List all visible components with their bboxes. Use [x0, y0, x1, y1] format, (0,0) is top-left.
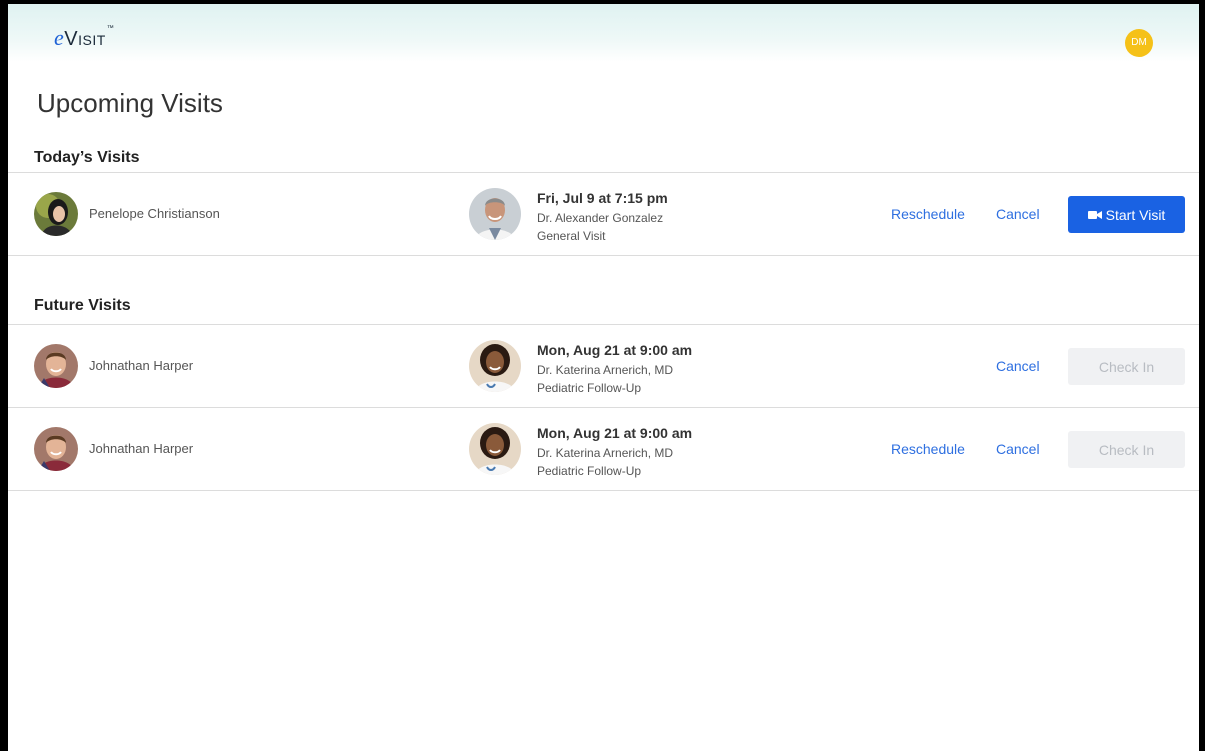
section-title-today: Today’s Visits [34, 149, 140, 166]
doctor-photo-icon [469, 423, 521, 475]
visit-row: Johnathan Harper Mon, Aug 21 at 9:00 am … [8, 325, 1199, 407]
logo-text: Visit [64, 28, 106, 50]
patient-photo-icon [34, 344, 78, 388]
visit-time: Mon, Aug 21 at 9:00 am [537, 342, 693, 358]
visit-type: Pediatric Follow-Up [537, 381, 642, 395]
visit-type: General Visit [537, 229, 606, 243]
patient-name: Johnathan Harper [89, 441, 194, 456]
patient-avatar [34, 344, 78, 388]
check-in-button[interactable]: Check In [1068, 348, 1185, 385]
reschedule-button[interactable]: Reschedule [891, 206, 965, 222]
doctor-avatar [469, 340, 521, 392]
doctor-photo-icon [469, 188, 521, 240]
start-visit-label: Start Visit [1105, 206, 1166, 223]
doctor-avatar [469, 188, 521, 240]
visit-row: Penelope Christianson Fri, Jul 9 at 7:15… [8, 173, 1199, 255]
logo-e: e [54, 25, 65, 50]
cancel-button[interactable]: Cancel [996, 358, 1040, 374]
doctor-name: Dr. Alexander Gonzalez [537, 211, 664, 225]
visit-type: Pediatric Follow-Up [537, 464, 642, 478]
visit-time: Mon, Aug 21 at 9:00 am [537, 425, 693, 441]
patient-name: Johnathan Harper [89, 358, 194, 373]
app-frame: eVisit™ DM Upcoming Visits Today’s Visit… [0, 0, 1205, 751]
start-visit-button[interactable]: Start Visit [1068, 196, 1185, 233]
patient-name: Penelope Christianson [89, 206, 220, 221]
cancel-button[interactable]: Cancel [996, 441, 1040, 457]
patient-photo-icon [34, 192, 78, 236]
evisit-logo[interactable]: eVisit™ [54, 25, 114, 51]
doctor-photo-icon [469, 340, 521, 392]
user-avatar[interactable]: DM [1125, 29, 1153, 57]
top-bar: eVisit™ DM [8, 4, 1199, 62]
doctor-avatar [469, 423, 521, 475]
logo-trademark: ™ [106, 25, 115, 32]
doctor-name: Dr. Katerina Arnerich, MD [537, 363, 674, 377]
divider [8, 255, 1199, 256]
visit-time: Fri, Jul 9 at 7:15 pm [537, 190, 668, 206]
patient-avatar [34, 192, 78, 236]
patient-photo-icon [34, 427, 78, 471]
reschedule-button[interactable]: Reschedule [891, 441, 965, 457]
check-in-button[interactable]: Check In [1068, 431, 1185, 468]
divider [8, 490, 1199, 491]
doctor-name: Dr. Katerina Arnerich, MD [537, 446, 674, 460]
section-title-future: Future Visits [34, 297, 131, 314]
video-camera-icon [1087, 210, 1102, 219]
visit-row: Johnathan Harper Mon, Aug 21 at 9:00 am … [8, 408, 1199, 490]
page-title: Upcoming Visits [37, 88, 223, 118]
patient-avatar [34, 427, 78, 471]
cancel-button[interactable]: Cancel [996, 206, 1040, 222]
